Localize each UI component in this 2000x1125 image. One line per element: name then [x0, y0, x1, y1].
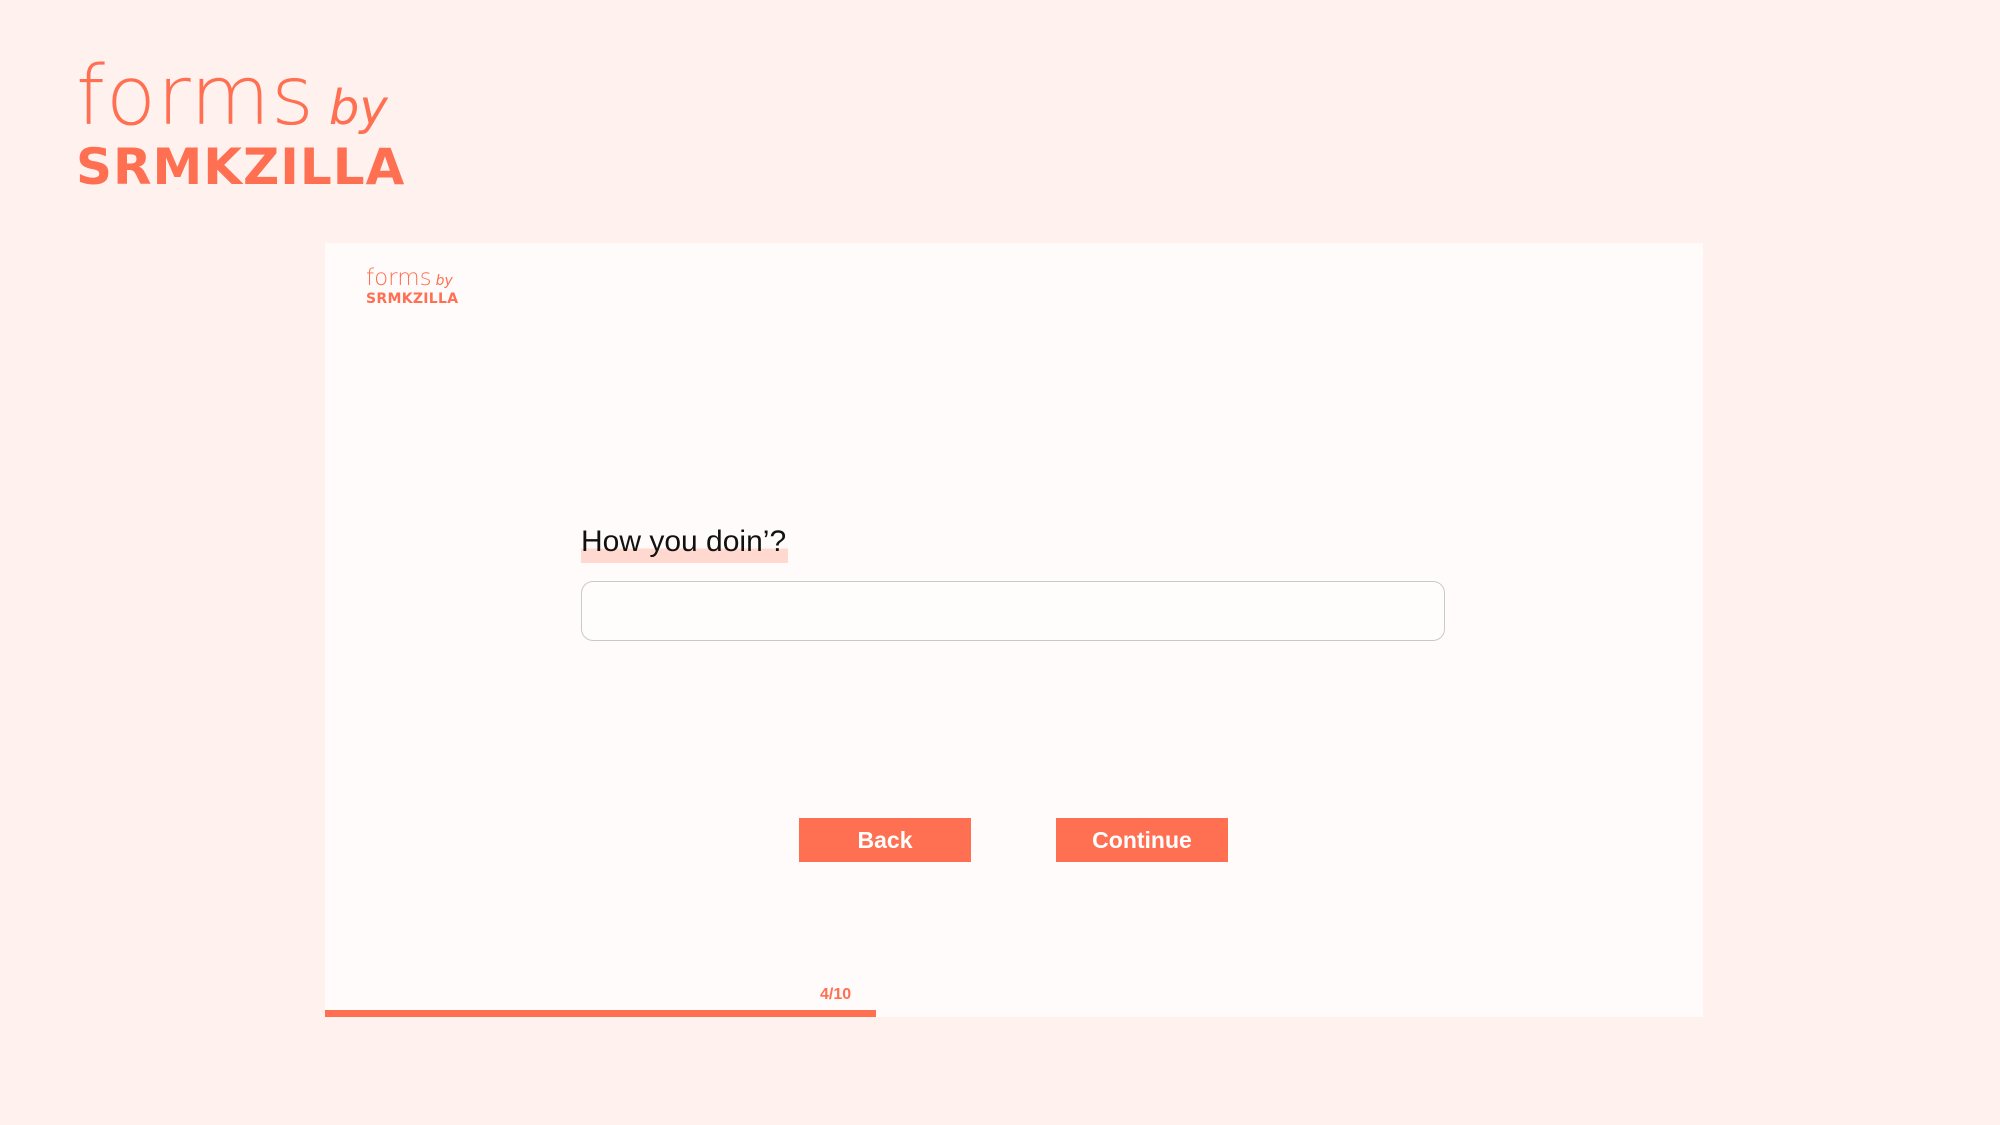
progress-counter: 4/10 [820, 986, 852, 1003]
form-card: forms by SRMKZILLA How you doin’? Back Co… [325, 243, 1703, 1017]
brand-forms-text: forms [76, 49, 315, 144]
card-logo-org-text: SRMKZILLA [366, 291, 459, 307]
brand-org-text: SRMKZILLA [76, 138, 406, 196]
brand-by-text: by [328, 80, 388, 136]
continue-button[interactable]: Continue [1056, 818, 1228, 862]
card-logo: forms by SRMKZILLA [366, 265, 459, 307]
question-label: How you doin’? [581, 525, 789, 563]
card-logo-forms-text: forms [366, 265, 432, 291]
answer-input[interactable] [581, 581, 1445, 641]
progress-bar [325, 1010, 1703, 1017]
card-logo-by-text: by [435, 273, 453, 289]
back-button[interactable]: Back [799, 818, 971, 862]
brand-logo: forms by SRMKZILLA [76, 56, 406, 196]
progress-bar-fill [325, 1010, 877, 1017]
